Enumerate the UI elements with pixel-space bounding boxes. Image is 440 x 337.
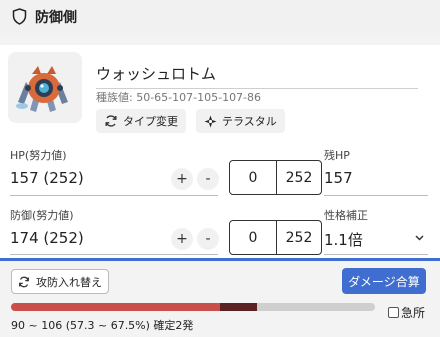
type-change-label: タイプ変更 [123,115,178,128]
remaining-hp-label: 残HP [324,149,350,162]
crit-checkbox-box[interactable] [388,307,399,318]
swap-icon [19,276,29,287]
hp-plus-button[interactable]: + [171,168,193,190]
hp-rank-input[interactable]: 0 [230,161,277,194]
defense-minus-button[interactable]: - [197,228,219,250]
hp-label: HP(努力値) [10,149,67,162]
chevron-down-icon[interactable] [415,235,424,241]
damage-result-text: 90 ~ 106 (57.3 ~ 67.5%) 確定2発 [11,319,194,332]
crit-checkbox[interactable]: 急所 [388,304,425,321]
panel-header: 防御側 [0,0,440,33]
hp-ev-group: 0 252 [229,160,322,195]
hp-underline [10,195,218,196]
panel-title: 防御側 [35,9,77,26]
remaining-hp-underline [324,195,428,196]
cycle-icon [105,115,117,127]
defense-underline [10,254,218,255]
damage-sum-button[interactable]: ダメージ合算 [342,268,426,294]
tera-button[interactable]: テラスタル [196,109,285,133]
remaining-hp-value[interactable]: 157 [324,169,353,187]
tera-label: テラスタル [222,115,277,128]
crit-label: 急所 [401,306,426,320]
nature-underline [324,254,428,255]
nature-label: 性格補正 [324,209,368,222]
hp-value[interactable]: 157 (252) [10,169,84,187]
result-panel: 攻防入れ替え ダメージ合算 90 ~ 106 (57.3 ~ 67.5%) 確定… [0,261,440,337]
base-stats-text: 種族値: 50-65-107-105-107-86 [96,91,262,104]
defense-plus-button[interactable]: + [171,228,193,250]
tera-gem-icon [204,115,217,127]
defense-ev-group: 0 252 [229,220,322,255]
swap-button[interactable]: 攻防入れ替え [11,269,109,294]
damage-bar-min [11,303,220,311]
defense-label: 防御(努力値) [10,209,74,222]
pokemon-name-field[interactable]: ウォッシュロトム [96,63,418,89]
swap-label: 攻防入れ替え [36,275,102,289]
hp-minus-button[interactable]: - [197,168,219,190]
defense-value[interactable]: 174 (252) [10,229,84,247]
pokemon-avatar[interactable] [8,52,82,123]
pokemon-sprite [16,66,68,112]
nature-select[interactable]: 1.1倍 [324,229,363,250]
defense-rank-input[interactable]: 0 [230,221,277,254]
damage-bar-range [219,303,257,311]
defender-card: ウォッシュロトム 種族値: 50-65-107-105-107-86 タイプ変更… [0,45,440,261]
defense-ev-input[interactable]: 252 [277,221,321,254]
type-change-button[interactable]: タイプ変更 [96,109,186,133]
shield-icon [12,8,27,25]
hp-ev-input[interactable]: 252 [277,161,321,194]
damage-bar [11,303,375,311]
